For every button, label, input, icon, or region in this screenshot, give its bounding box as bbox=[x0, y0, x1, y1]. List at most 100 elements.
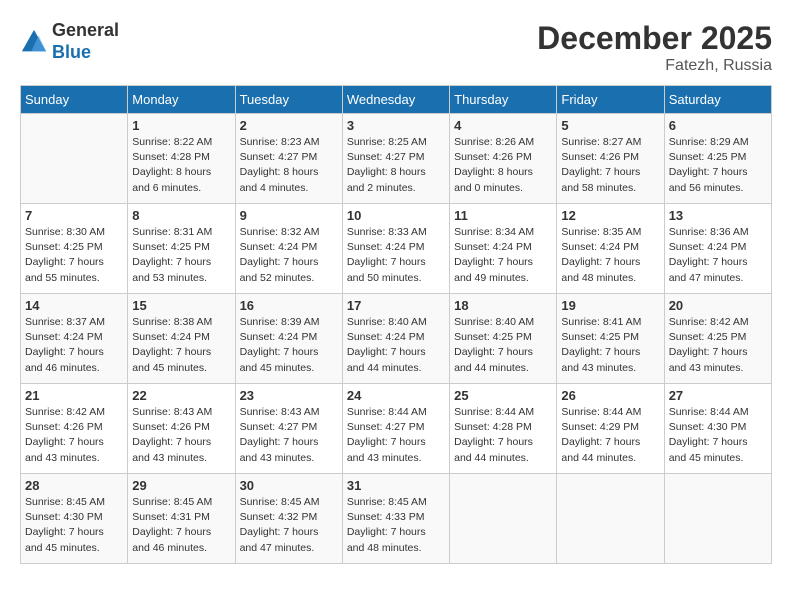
calendar-cell: 2 Sunrise: 8:23 AMSunset: 4:27 PMDaylight… bbox=[235, 114, 342, 204]
calendar-cell: 15Sunrise: 8:38 AMSunset: 4:24 PMDayligh… bbox=[128, 294, 235, 384]
day-number: 28 bbox=[25, 478, 123, 493]
calendar-cell: 25 Sunrise: 8:44 AMSunset: 4:28 PMDayligh… bbox=[450, 384, 557, 474]
day-number: 24 bbox=[347, 388, 445, 403]
calendar-cell bbox=[664, 474, 771, 564]
calendar-week-2: 7Sunrise: 8:30 AMSunset: 4:25 PMDaylight… bbox=[21, 204, 772, 294]
day-number: 6 bbox=[669, 118, 767, 133]
day-number: 27 bbox=[669, 388, 767, 403]
calendar-cell: 31 Sunrise: 8:45 AMSunset: 4:33 PMDayligh… bbox=[342, 474, 449, 564]
day-number: 31 bbox=[347, 478, 445, 493]
day-info: Sunrise: 8:31 AMSunset: 4:25 PMDaylight:… bbox=[132, 225, 230, 286]
calendar-cell: 20Sunrise: 8:42 AMSunset: 4:25 PMDayligh… bbox=[664, 294, 771, 384]
day-number: 21 bbox=[25, 388, 123, 403]
calendar-cell: 13 Sunrise: 8:36 AMSunset: 4:24 PMDayligh… bbox=[664, 204, 771, 294]
day-info: Sunrise: 8:30 AMSunset: 4:25 PMDaylight:… bbox=[25, 225, 123, 286]
day-number: 14 bbox=[25, 298, 123, 313]
header-day-sunday: Sunday bbox=[21, 86, 128, 114]
calendar-cell: 1 Sunrise: 8:22 AMSunset: 4:28 PMDaylight… bbox=[128, 114, 235, 204]
calendar-cell: 17 Sunrise: 8:40 AMSunset: 4:24 PMDayligh… bbox=[342, 294, 449, 384]
day-info: Sunrise: 8:36 AMSunset: 4:24 PMDaylight:… bbox=[669, 225, 767, 286]
calendar-cell: 16 Sunrise: 8:39 AMSunset: 4:24 PMDayligh… bbox=[235, 294, 342, 384]
day-info: Sunrise: 8:45 AMSunset: 4:30 PMDaylight:… bbox=[25, 495, 123, 556]
calendar-cell: 29 Sunrise: 8:45 AMSunset: 4:31 PMDayligh… bbox=[128, 474, 235, 564]
day-info: Sunrise: 8:41 AMSunset: 4:25 PMDaylight:… bbox=[561, 315, 659, 376]
day-number: 19 bbox=[561, 298, 659, 313]
day-info: Sunrise: 8:23 AMSunset: 4:27 PMDaylight:… bbox=[240, 135, 338, 196]
header-day-friday: Friday bbox=[557, 86, 664, 114]
calendar-cell: 24Sunrise: 8:44 AMSunset: 4:27 PMDayligh… bbox=[342, 384, 449, 474]
calendar-week-3: 14Sunrise: 8:37 AMSunset: 4:24 PMDayligh… bbox=[21, 294, 772, 384]
header-day-thursday: Thursday bbox=[450, 86, 557, 114]
day-number: 5 bbox=[561, 118, 659, 133]
calendar-cell: 14Sunrise: 8:37 AMSunset: 4:24 PMDayligh… bbox=[21, 294, 128, 384]
day-info: Sunrise: 8:22 AMSunset: 4:28 PMDaylight:… bbox=[132, 135, 230, 196]
calendar-cell: 26 Sunrise: 8:44 AMSunset: 4:29 PMDayligh… bbox=[557, 384, 664, 474]
day-info: Sunrise: 8:45 AMSunset: 4:31 PMDaylight:… bbox=[132, 495, 230, 556]
calendar-cell: 6 Sunrise: 8:29 AMSunset: 4:25 PMDaylight… bbox=[664, 114, 771, 204]
calendar-cell bbox=[450, 474, 557, 564]
title-block: December 2025 Fatezh, Russia bbox=[537, 20, 772, 75]
day-number: 29 bbox=[132, 478, 230, 493]
calendar-cell: 18 Sunrise: 8:40 AMSunset: 4:25 PMDayligh… bbox=[450, 294, 557, 384]
calendar-cell: 10 Sunrise: 8:33 AMSunset: 4:24 PMDayligh… bbox=[342, 204, 449, 294]
calendar-header-row: SundayMondayTuesdayWednesdayThursdayFrid… bbox=[21, 86, 772, 114]
calendar-table: SundayMondayTuesdayWednesdayThursdayFrid… bbox=[20, 85, 772, 564]
day-info: Sunrise: 8:35 AMSunset: 4:24 PMDaylight:… bbox=[561, 225, 659, 286]
header-day-wednesday: Wednesday bbox=[342, 86, 449, 114]
day-info: Sunrise: 8:39 AMSunset: 4:24 PMDaylight:… bbox=[240, 315, 338, 376]
day-info: Sunrise: 8:44 AMSunset: 4:28 PMDaylight:… bbox=[454, 405, 552, 466]
calendar-cell: 9Sunrise: 8:32 AMSunset: 4:24 PMDaylight… bbox=[235, 204, 342, 294]
calendar-cell: 3Sunrise: 8:25 AMSunset: 4:27 PMDaylight… bbox=[342, 114, 449, 204]
logo: General Blue bbox=[20, 20, 119, 63]
day-number: 16 bbox=[240, 298, 338, 313]
calendar-cell: 28 Sunrise: 8:45 AMSunset: 4:30 PMDayligh… bbox=[21, 474, 128, 564]
logo-text: General Blue bbox=[52, 20, 119, 63]
day-info: Sunrise: 8:40 AMSunset: 4:24 PMDaylight:… bbox=[347, 315, 445, 376]
calendar-cell: 12 Sunrise: 8:35 AMSunset: 4:24 PMDayligh… bbox=[557, 204, 664, 294]
day-number: 26 bbox=[561, 388, 659, 403]
day-number: 18 bbox=[454, 298, 552, 313]
day-number: 8 bbox=[132, 208, 230, 223]
calendar-cell: 30 Sunrise: 8:45 AMSunset: 4:32 PMDayligh… bbox=[235, 474, 342, 564]
day-number: 22 bbox=[132, 388, 230, 403]
month-title: December 2025 bbox=[537, 20, 772, 57]
calendar-cell: 11Sunrise: 8:34 AMSunset: 4:24 PMDayligh… bbox=[450, 204, 557, 294]
header-day-saturday: Saturday bbox=[664, 86, 771, 114]
day-number: 30 bbox=[240, 478, 338, 493]
day-number: 12 bbox=[561, 208, 659, 223]
day-info: Sunrise: 8:42 AMSunset: 4:26 PMDaylight:… bbox=[25, 405, 123, 466]
page-header: General Blue December 2025 Fatezh, Russi… bbox=[20, 20, 772, 75]
day-number: 1 bbox=[132, 118, 230, 133]
calendar-week-5: 28 Sunrise: 8:45 AMSunset: 4:30 PMDayligh… bbox=[21, 474, 772, 564]
day-info: Sunrise: 8:43 AMSunset: 4:27 PMDaylight:… bbox=[240, 405, 338, 466]
day-number: 10 bbox=[347, 208, 445, 223]
day-number: 11 bbox=[454, 208, 552, 223]
calendar-cell: 5Sunrise: 8:27 AMSunset: 4:26 PMDaylight… bbox=[557, 114, 664, 204]
calendar-cell bbox=[557, 474, 664, 564]
calendar-cell: 23 Sunrise: 8:43 AMSunset: 4:27 PMDayligh… bbox=[235, 384, 342, 474]
logo-blue: Blue bbox=[52, 42, 91, 62]
day-number: 3 bbox=[347, 118, 445, 133]
calendar-cell: 27 Sunrise: 8:44 AMSunset: 4:30 PMDayligh… bbox=[664, 384, 771, 474]
day-info: Sunrise: 8:29 AMSunset: 4:25 PMDaylight:… bbox=[669, 135, 767, 196]
day-number: 20 bbox=[669, 298, 767, 313]
day-info: Sunrise: 8:40 AMSunset: 4:25 PMDaylight:… bbox=[454, 315, 552, 376]
calendar-cell: 22Sunrise: 8:43 AMSunset: 4:26 PMDayligh… bbox=[128, 384, 235, 474]
day-number: 15 bbox=[132, 298, 230, 313]
calendar-cell: 8 Sunrise: 8:31 AMSunset: 4:25 PMDaylight… bbox=[128, 204, 235, 294]
day-info: Sunrise: 8:45 AMSunset: 4:32 PMDaylight:… bbox=[240, 495, 338, 556]
logo-icon bbox=[20, 28, 48, 56]
day-info: Sunrise: 8:26 AMSunset: 4:26 PMDaylight:… bbox=[454, 135, 552, 196]
day-info: Sunrise: 8:32 AMSunset: 4:24 PMDaylight:… bbox=[240, 225, 338, 286]
day-info: Sunrise: 8:44 AMSunset: 4:29 PMDaylight:… bbox=[561, 405, 659, 466]
day-number: 23 bbox=[240, 388, 338, 403]
day-number: 25 bbox=[454, 388, 552, 403]
day-info: Sunrise: 8:45 AMSunset: 4:33 PMDaylight:… bbox=[347, 495, 445, 556]
day-number: 17 bbox=[347, 298, 445, 313]
day-number: 2 bbox=[240, 118, 338, 133]
calendar-week-1: 1 Sunrise: 8:22 AMSunset: 4:28 PMDaylight… bbox=[21, 114, 772, 204]
logo-general: General bbox=[52, 20, 119, 40]
day-info: Sunrise: 8:33 AMSunset: 4:24 PMDaylight:… bbox=[347, 225, 445, 286]
day-info: Sunrise: 8:44 AMSunset: 4:30 PMDaylight:… bbox=[669, 405, 767, 466]
day-number: 13 bbox=[669, 208, 767, 223]
